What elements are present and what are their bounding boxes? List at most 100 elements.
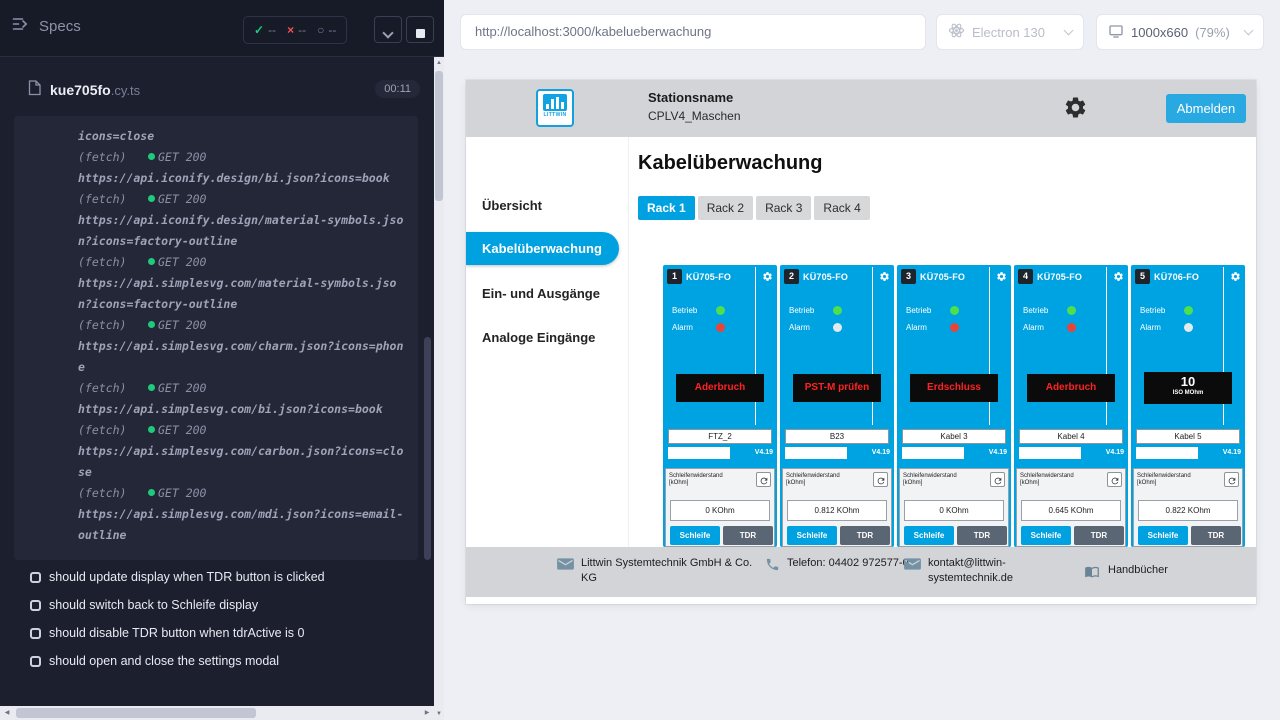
refresh-button[interactable] [990, 472, 1005, 487]
test-stats: ✓-- ×-- ○-- [243, 16, 347, 44]
cable-name-field: Kabel 4 [1019, 429, 1123, 444]
cable-name-field: Kabel 3 [902, 429, 1006, 444]
stop-icon [416, 29, 425, 38]
module-gear-icon[interactable] [879, 269, 890, 287]
log-entry[interactable]: (fetch)GET 200 https://api.simplesvg.com… [78, 252, 418, 315]
firmware-version: V4.19 [1106, 449, 1124, 456]
tdr-button[interactable]: TDR [1191, 526, 1241, 545]
test-item[interactable]: should disable TDR button when tdrActive… [0, 619, 420, 647]
log-entry[interactable]: (fetch)GET 200 https://api.simplesvg.com… [78, 420, 418, 483]
rack-tabs: Rack 1 Rack 2 Rack 3 Rack 4 [638, 196, 870, 220]
test-item[interactable]: should open and close the settings modal [0, 647, 420, 675]
url-input[interactable]: http://localhost:3000/kabelueberwachung [460, 14, 926, 50]
spec-extension: .cy.ts [111, 83, 140, 98]
measurement-panel: Schleifenwiderstand [kOhm] 0 KOhm Schlei… [899, 468, 1009, 547]
module-cards: 1 KÜ705-FO Betrieb Alarm Aderbruch FTZ_2… [663, 265, 1245, 547]
sidebar-item-ein-und-ausgaenge[interactable]: Ein- und Ausgänge [482, 286, 600, 301]
specs-toggle[interactable]: Specs [12, 17, 81, 35]
schleife-button[interactable]: Schleife [904, 526, 954, 545]
log-entry[interactable]: (fetch)GET 200 https://api.iconify.desig… [78, 189, 418, 252]
cypress-runner-panel: Specs ✓-- ×-- ○-- kue705fo.cy.ts 00:11 i… [0, 0, 444, 720]
vertical-scrollbar[interactable]: ▲ ▼ [434, 57, 444, 720]
horizontal-scrollbar[interactable]: ◀ ▶ [0, 706, 434, 720]
sidebar-item-kabelueberwachung[interactable]: Kabelüberwachung [466, 232, 619, 265]
refresh-button[interactable] [873, 472, 888, 487]
station-label: Stationsname [648, 90, 733, 105]
tdr-button[interactable]: TDR [1074, 526, 1124, 545]
cable-name-field: Kabel 5 [1136, 429, 1240, 444]
spec-file-icon [28, 80, 41, 101]
scroll-left-icon[interactable]: ◀ [0, 706, 14, 720]
version-box [1136, 447, 1198, 459]
scroll-up-icon[interactable]: ▲ [434, 57, 444, 69]
chevron-down-icon [1244, 25, 1254, 35]
log-scrollbar-thumb[interactable] [424, 337, 431, 560]
spec-header[interactable]: kue705fo.cy.ts [28, 80, 140, 101]
log-url: https://api.simplesvg.com/mdi.json?icons… [78, 504, 410, 546]
betrieb-label: Betrieb [906, 306, 931, 315]
schleife-button[interactable]: Schleife [670, 526, 720, 545]
pending-icon: ○ [317, 23, 324, 37]
tdr-button[interactable]: TDR [957, 526, 1007, 545]
settings-gear-icon[interactable] [1063, 95, 1088, 125]
log-entry[interactable]: (fetch)GET 200 https://api.simplesvg.com… [78, 483, 418, 546]
measurement-panel: Schleifenwiderstand [kOhm] 0 KOhm Schlei… [665, 468, 775, 547]
tdr-button[interactable]: TDR [723, 526, 773, 545]
footer-manuals[interactable]: Handbücher [1083, 563, 1168, 584]
envelope-icon [557, 556, 574, 576]
rack-module-card: 4 KÜ705-FO Betrieb Alarm Aderbruch Kabel… [1014, 265, 1128, 547]
log-entry[interactable]: (fetch)GET 200 https://api.simplesvg.com… [78, 378, 418, 420]
module-number-badge: 3 [901, 269, 916, 284]
version-box [785, 447, 847, 459]
logout-button[interactable]: Abmelden [1166, 94, 1246, 123]
test-item[interactable]: should switch back to Schleife display [0, 591, 420, 619]
spec-name: kue705fo [50, 82, 111, 98]
vertical-scrollbar-thumb[interactable] [435, 71, 443, 201]
module-number-badge: 1 [667, 269, 682, 284]
rack-module-card: 5 KÜ706-FO Betrieb Alarm 10 ISO MOhm Kab… [1131, 265, 1245, 547]
tab-rack-2[interactable]: Rack 2 [698, 196, 753, 220]
module-gear-icon[interactable] [1113, 269, 1124, 287]
log-line[interactable]: icons=close [78, 126, 418, 147]
test-item[interactable]: should update display when TDR button is… [0, 563, 420, 591]
sidebar-item-analoge-eingaenge[interactable]: Analoge Eingänge [482, 330, 595, 345]
sidebar-item-uebersicht[interactable]: Übersicht [482, 198, 542, 213]
tab-rack-3[interactable]: Rack 3 [756, 196, 811, 220]
viewport-size-select[interactable]: 1000x660 (79%) [1096, 14, 1264, 50]
scroll-down-icon[interactable]: ▼ [434, 708, 444, 720]
module-model-label: KÜ705-FO [1037, 272, 1082, 282]
schleife-button[interactable]: Schleife [1138, 526, 1188, 545]
tdr-button[interactable]: TDR [840, 526, 890, 545]
scroll-right-icon[interactable]: ▶ [420, 706, 434, 720]
module-gear-icon[interactable] [1230, 269, 1241, 287]
measurement-value: 0.822 KOhm [1138, 500, 1238, 521]
log-entry[interactable]: (fetch)GET 200 https://api.iconify.desig… [78, 147, 418, 189]
schleife-button[interactable]: Schleife [1021, 526, 1071, 545]
spec-timer: 00:11 [375, 80, 420, 98]
tab-rack-1[interactable]: Rack 1 [638, 196, 695, 220]
measurement-label: Schleifenwiderstand [kOhm] [903, 473, 977, 487]
horizontal-scrollbar-thumb[interactable] [16, 708, 256, 718]
refresh-button[interactable] [756, 472, 771, 487]
test-list: should update display when TDR button is… [0, 563, 420, 675]
firmware-version: V4.19 [755, 449, 773, 456]
measurement-label: Schleifenwiderstand [kOhm] [669, 473, 743, 487]
module-gear-icon[interactable] [996, 269, 1007, 287]
stat-passed: ✓-- [254, 23, 276, 37]
collapse-button[interactable] [374, 16, 402, 43]
log-entry[interactable]: (fetch)GET 200 https://api.simplesvg.com… [78, 315, 418, 378]
stop-button[interactable] [406, 16, 434, 43]
refresh-button[interactable] [1107, 472, 1122, 487]
alarm-label: Alarm [906, 323, 927, 332]
module-gear-icon[interactable] [762, 269, 773, 287]
rack-module-card: 2 KÜ705-FO Betrieb Alarm PST-M prüfen B2… [780, 265, 894, 547]
betrieb-label: Betrieb [789, 306, 814, 315]
refresh-button[interactable] [1224, 472, 1239, 487]
browser-select[interactable]: Electron 130 [936, 14, 1084, 50]
chevron-down-icon [382, 27, 393, 38]
app-footer: Littwin Systemtechnik GmbH & Co. KG Tele… [466, 547, 1256, 597]
test-state-icon [30, 656, 41, 667]
status-dot-icon [148, 258, 155, 265]
schleife-button[interactable]: Schleife [787, 526, 837, 545]
tab-rack-4[interactable]: Rack 4 [814, 196, 869, 220]
